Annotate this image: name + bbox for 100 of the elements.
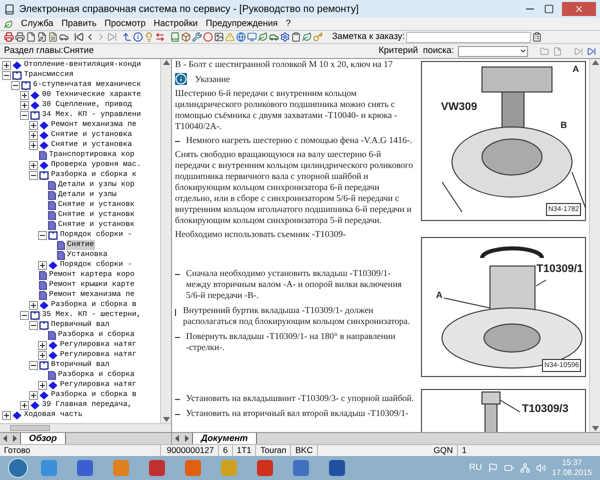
swap-arrows-icon[interactable] <box>155 32 165 42</box>
car-icon[interactable] <box>269 32 279 42</box>
collapse-icon[interactable] <box>2 70 11 80</box>
expand-icon[interactable] <box>38 380 47 390</box>
step-text: Установить на вторичный вал второй вкладыш -T10309/1- <box>186 408 408 419</box>
expand-icon[interactable] <box>29 120 38 130</box>
paragraph: Снять свободно вращающуюся на валу шестерню 6-й передачи с внутренним кольцом цилиндрического роликового подшипника первичного вала с упорной шайбой и блокирующим кольцом синхронизатора 6-й передачи отдельно, или в сборе с синхронизатором 5/6-й передачи с внутренним кольцом игольчатого подшипника 6-й передачи и блокирующим кольцом синхронизатора 5-й передачи. <box>175 149 414 226</box>
close-button[interactable] <box>562 2 596 16</box>
tab[interactable]: Документ <box>192 433 257 444</box>
globe-icon[interactable] <box>236 32 246 42</box>
page-icon <box>39 150 47 160</box>
start-button[interactable] <box>8 458 28 478</box>
collapse-icon[interactable] <box>38 230 47 240</box>
box-icon[interactable] <box>181 32 191 42</box>
settings-icon[interactable] <box>280 32 290 42</box>
last-result-icon[interactable] <box>587 46 596 56</box>
expand-icon[interactable] <box>29 160 38 170</box>
book-icon <box>30 110 40 120</box>
up-arrow-icon[interactable] <box>122 32 132 42</box>
key-icon[interactable] <box>313 32 323 42</box>
edit-document-icon[interactable] <box>37 32 47 42</box>
step-text: Немного нагреть шестерню с помощью фена -V.A.G 1416-. <box>186 135 412 146</box>
book-icon <box>21 80 31 90</box>
expand-icon[interactable] <box>20 400 29 410</box>
document-icon[interactable] <box>26 32 36 42</box>
printer-icon[interactable] <box>15 32 25 42</box>
drawing-label: B <box>560 120 567 131</box>
book-icon <box>48 230 58 240</box>
diamond-icon <box>39 160 49 170</box>
lightbulb-icon[interactable] <box>144 32 154 42</box>
down-arrow-icon[interactable] <box>162 417 170 422</box>
menu-item[interactable]: Предупреждения <box>206 17 278 31</box>
paragraph: Необходимо использовать съемник -T10309- <box>175 229 347 240</box>
printer-icon[interactable] <box>4 32 14 42</box>
collapse-icon[interactable] <box>29 320 38 330</box>
expand-icon[interactable] <box>29 140 38 150</box>
leaf-icon <box>4 20 13 28</box>
step-text: Повернуть вкладыш -T10309/1- на 180° в направлении -стрелки-. <box>186 331 396 353</box>
vertical-scrollbar[interactable] <box>589 59 600 432</box>
up-arrow-icon[interactable] <box>162 60 170 65</box>
maximize-icon[interactable] <box>544 4 554 14</box>
wrench-icon[interactable] <box>192 32 202 42</box>
menu-item[interactable]: Просмотр <box>104 17 146 31</box>
expand-icon[interactable] <box>20 100 29 110</box>
dash-icon <box>175 141 180 143</box>
drawing-label: A <box>436 290 442 301</box>
drawing-label: A <box>572 64 579 75</box>
expand-icon[interactable] <box>29 390 38 400</box>
first-page-icon[interactable] <box>74 32 84 42</box>
book-icon[interactable] <box>170 32 180 42</box>
dash-icon <box>175 399 180 401</box>
collapse-icon[interactable] <box>20 110 29 120</box>
up-arrow-icon[interactable] <box>592 60 598 65</box>
collapse-icon[interactable] <box>20 310 29 320</box>
book-icon <box>30 310 40 320</box>
circle-icon[interactable] <box>203 32 213 42</box>
drawing-label: T10309/1 <box>536 264 583 275</box>
paragraph: B - Болт с шестигранной головкой M 10 x 20, ключ на 17 <box>175 59 394 70</box>
expand-icon[interactable] <box>29 130 38 140</box>
expand-icon[interactable] <box>38 350 47 360</box>
step-text: Сначала необходимо установить вкладыш -T10309/1- между вторичным валом -A- и опорой вилки включения 5/6-й передачи -B-. <box>186 268 403 301</box>
page-icon <box>48 370 56 380</box>
book-icon <box>39 360 49 370</box>
expand-icon[interactable] <box>29 300 38 310</box>
window-title: Электронная справочная система по сервису - [Руководство по ремонту] <box>19 2 360 16</box>
note-field[interactable] <box>406 32 531 42</box>
menu-item[interactable]: Служба <box>21 17 54 31</box>
collapse-icon[interactable] <box>29 170 38 180</box>
menu-item[interactable]: Править <box>61 17 97 31</box>
expand-icon[interactable] <box>2 410 11 420</box>
image-icon[interactable] <box>214 32 224 42</box>
monitor-icon[interactable] <box>247 32 257 42</box>
expand-icon[interactable] <box>38 260 47 270</box>
field-label: Заметка к заказу: <box>332 30 405 44</box>
menu-item[interactable]: Настройки <box>154 17 198 31</box>
clipboard-icon[interactable] <box>532 32 542 42</box>
expand-icon[interactable] <box>38 340 47 350</box>
leaf-icon[interactable] <box>258 32 268 42</box>
car-icon[interactable] <box>59 32 69 42</box>
text-document-icon[interactable] <box>48 32 58 42</box>
dash-icon <box>175 274 180 276</box>
status-text: Готово <box>3 444 32 457</box>
book-icon <box>39 170 49 180</box>
leaf-icon[interactable] <box>302 32 312 42</box>
expand-icon[interactable] <box>20 90 29 100</box>
collapse-icon[interactable] <box>29 360 38 370</box>
page-icon <box>48 330 56 340</box>
info-icon[interactable] <box>133 32 143 42</box>
menu-item[interactable]: ? <box>286 17 291 31</box>
horizontal-scrollbar[interactable] <box>0 423 171 432</box>
down-arrow-icon[interactable] <box>592 426 598 431</box>
vertical-scrollbar[interactable] <box>160 59 171 423</box>
tab[interactable]: Обзор <box>20 433 66 444</box>
expand-icon[interactable] <box>2 60 11 70</box>
clipboard-icon[interactable] <box>291 32 301 42</box>
book-icon <box>39 320 49 330</box>
book-icon <box>12 70 22 80</box>
drawing-label: VW309 <box>440 102 478 113</box>
collapse-icon[interactable] <box>11 80 20 90</box>
paragraph: Шестерню 6-й передачи с внутренним кольцом цилиндрического роликового подшипника можно снять с помощью съёмника с двумя захватами -T10040- и крюка -T10040/2A-. <box>175 88 398 132</box>
